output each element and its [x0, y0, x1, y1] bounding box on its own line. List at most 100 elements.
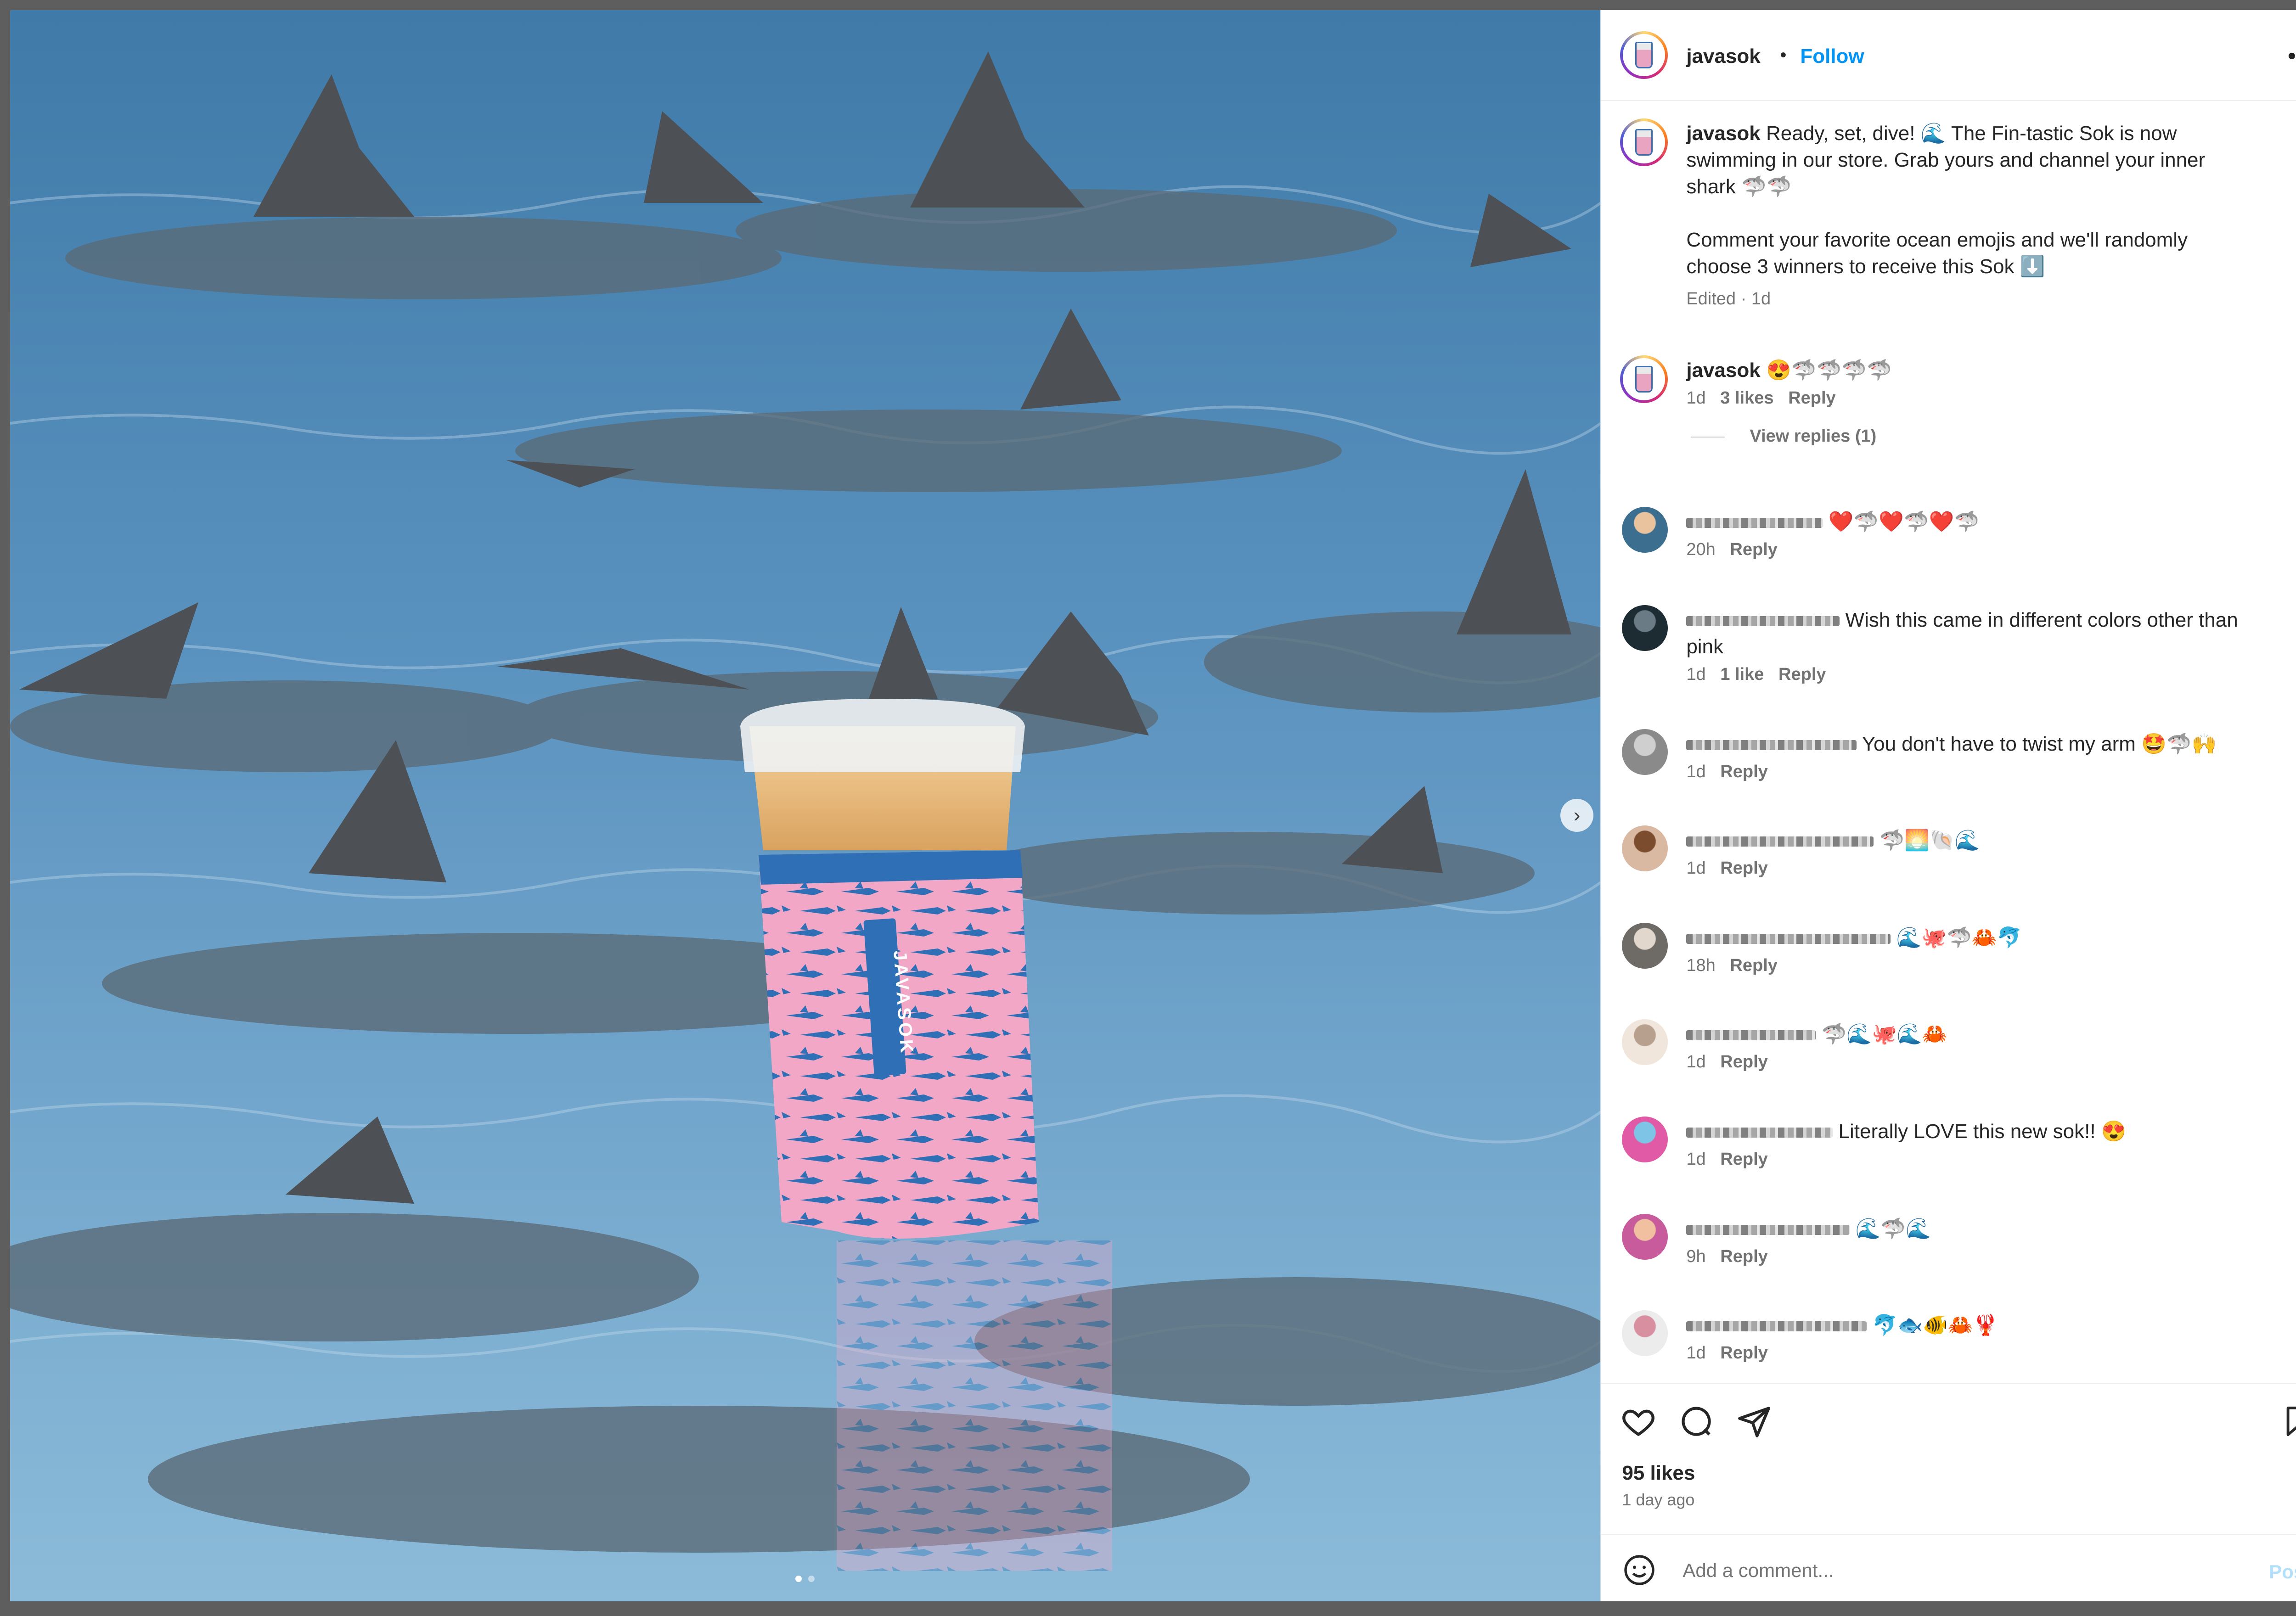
caption-avatar[interactable]	[1620, 118, 1668, 166]
comment-avatar[interactable]	[1622, 923, 1668, 969]
comment-avatar[interactable]	[1622, 507, 1668, 553]
comment-avatar[interactable]	[1620, 355, 1668, 403]
comment-avatar[interactable]	[1622, 1019, 1668, 1065]
comment-username-redacted[interactable]	[1686, 1321, 1867, 1332]
emoji-icon[interactable]	[1623, 1554, 1656, 1587]
comment-avatar[interactable]	[1622, 1117, 1668, 1162]
comment-username-redacted[interactable]	[1686, 836, 1874, 847]
likes-count[interactable]: 95 likes	[1622, 1462, 1695, 1485]
view-replies-button[interactable]: View replies (1)	[1750, 426, 1876, 446]
caption-meta: Edited · 1d	[1686, 289, 1771, 309]
comment-avatar[interactable]	[1622, 825, 1668, 871]
reply-button[interactable]: Reply	[1720, 1150, 1767, 1169]
comment-time: 20h	[1686, 540, 1716, 559]
comment-username-redacted[interactable]	[1686, 1128, 1833, 1138]
comment-username-redacted[interactable]	[1686, 1225, 1850, 1235]
comment-time: 1d	[1686, 1052, 1706, 1072]
comment-input[interactable]	[1682, 1555, 2226, 1586]
comment-text: 😍🦈🦈🦈🦈	[1766, 359, 1892, 382]
comment-time: 1d	[1686, 858, 1706, 878]
post-media[interactable]: JAVASOK ›	[10, 10, 1601, 1601]
comment-text: ❤️🦈❤️🦈❤️🦈	[1828, 511, 1980, 533]
comment-item: ❤️🦈❤️🦈❤️🦈 20h Reply	[1686, 509, 2283, 560]
caption-line-4: Comment your favorite ocean emojis and w…	[1686, 229, 2188, 251]
comment-username-redacted[interactable]	[1686, 740, 1857, 751]
comment-text: Wish this came in different colors other…	[1845, 609, 2238, 631]
reply-button[interactable]: Reply	[1720, 762, 1767, 781]
comment-avatar[interactable]	[1622, 1214, 1668, 1260]
post-header: javasok • Follow •••	[1601, 10, 2296, 101]
like-icon[interactable]	[1621, 1404, 1656, 1439]
comment-avatar[interactable]	[1622, 605, 1668, 651]
comment-time: 9h	[1686, 1247, 1706, 1266]
comment-text: 🌊🐙🦈🦀🐬	[1896, 926, 2022, 949]
post-actions: 95 likes 1 day ago	[1601, 1383, 2296, 1535]
comment-username-redacted[interactable]	[1686, 518, 1823, 528]
comment-composer: Post	[1601, 1534, 2296, 1602]
comment-text: 🐬🐟🐠🦀🦞	[1872, 1314, 1998, 1336]
comment-avatar[interactable]	[1622, 729, 1668, 775]
post-caption: javasok Ready, set, dive! 🌊 The Fin-tast…	[1686, 120, 2296, 309]
comment-text: Literally LOVE this new sok!! 😍	[1838, 1120, 2127, 1143]
comment-username-redacted[interactable]	[1686, 934, 1891, 944]
caption-username[interactable]: javasok	[1686, 122, 1760, 145]
reply-button[interactable]: Reply	[1720, 1247, 1767, 1266]
share-icon[interactable]	[1737, 1404, 1772, 1439]
caption-line-1: Ready, set, dive! 🌊 The Fin-tastic Sok i…	[1766, 122, 2177, 145]
follow-button[interactable]: Follow	[1800, 45, 1864, 68]
comment-text: 🌊🦈🌊	[1855, 1218, 1931, 1240]
comment-item: You don't have to twist my arm 🤩🦈🙌 1d Rep…	[1686, 731, 2283, 782]
chevron-right-icon: ›	[1573, 804, 1581, 826]
comment-time: 1d	[1686, 762, 1706, 781]
comment-username[interactable]: javasok	[1686, 359, 1760, 382]
comment-text: 🦈🌅🐚🌊	[1879, 829, 1980, 852]
comment-username-redacted[interactable]	[1686, 616, 1840, 627]
reply-button[interactable]: Reply	[1778, 665, 1826, 684]
caption-line-2: swimming in our store. Grab yours and ch…	[1686, 149, 2206, 171]
comment-item: Wish this came in different colors other…	[1686, 607, 2283, 685]
post-comment-button[interactable]: Post	[2269, 1561, 2296, 1583]
reply-button[interactable]: Reply	[1720, 858, 1767, 878]
post-modal: JAVASOK › javasok • Follow ••• javasok R…	[10, 10, 2296, 1601]
carousel-dot-1	[795, 1576, 802, 1582]
comment-icon[interactable]	[1679, 1404, 1714, 1439]
separator-dot: •	[1780, 45, 1787, 65]
comment-time: 1d	[1686, 1343, 1706, 1363]
post-sidebar: javasok • Follow ••• javasok Ready, set,…	[1600, 10, 2296, 1601]
caption-line-5: choose 3 winners to receive this Sok ⬇️	[1686, 255, 2045, 278]
author-avatar[interactable]	[1620, 31, 1668, 79]
comment-item: 🦈🌅🐚🌊 1d Reply	[1686, 827, 2283, 878]
carousel-dot-2	[808, 1576, 815, 1582]
comment-item: 🐬🐟🐠🦀🦞 1d Reply	[1686, 1312, 2283, 1363]
comment-text: 🦈🌊🐙🌊🦀	[1821, 1023, 1947, 1045]
reply-button[interactable]: Reply	[1730, 540, 1777, 559]
carousel-next-button[interactable]: ›	[1560, 799, 1593, 832]
comment-item: 🌊🐙🦈🦀🐬 18h Reply	[1686, 925, 2283, 976]
reply-button[interactable]: Reply	[1788, 388, 1835, 408]
comment-text: You don't have to twist my arm 🤩🦈🙌	[1862, 733, 2217, 755]
bookmark-icon[interactable]	[2281, 1404, 2296, 1439]
comment-item: Literally LOVE this new sok!! 😍 1d Reply	[1686, 1118, 2283, 1169]
reply-button[interactable]: Reply	[1730, 956, 1777, 975]
comment-username-redacted[interactable]	[1686, 1030, 1816, 1041]
comment-item: 🦈🌊🐙🌊🦀 1d Reply	[1686, 1021, 2283, 1072]
more-horizontal-icon[interactable]: •••	[2288, 42, 2296, 70]
shark-sea-image	[10, 10, 1601, 1601]
reply-button[interactable]: Reply	[1720, 1052, 1767, 1072]
comment-text-line-2: pink	[1686, 635, 1724, 658]
author-username[interactable]: javasok	[1686, 45, 1760, 68]
comment-likes[interactable]: 1 like	[1720, 665, 1764, 684]
comment-time: 1d	[1686, 1150, 1706, 1169]
comment-item: javasok 😍🦈🦈🦈🦈 1d 3 likes Reply View repl…	[1686, 357, 1892, 446]
comment-time: 18h	[1686, 956, 1716, 975]
carousel-indicator	[795, 1576, 815, 1582]
caption-line-3: shark 🦈🦈	[1686, 175, 1792, 198]
comment-avatar[interactable]	[1622, 1310, 1668, 1356]
drink-cup	[740, 699, 1039, 1239]
comment-item: 🌊🦈🌊 9h Reply	[1686, 1216, 2283, 1267]
post-time: 1 day ago	[1622, 1490, 1695, 1509]
reply-button[interactable]: Reply	[1720, 1343, 1767, 1363]
comment-time: 1d	[1686, 665, 1706, 684]
comment-time: 1d	[1686, 388, 1706, 408]
comment-likes[interactable]: 3 likes	[1720, 388, 1773, 408]
